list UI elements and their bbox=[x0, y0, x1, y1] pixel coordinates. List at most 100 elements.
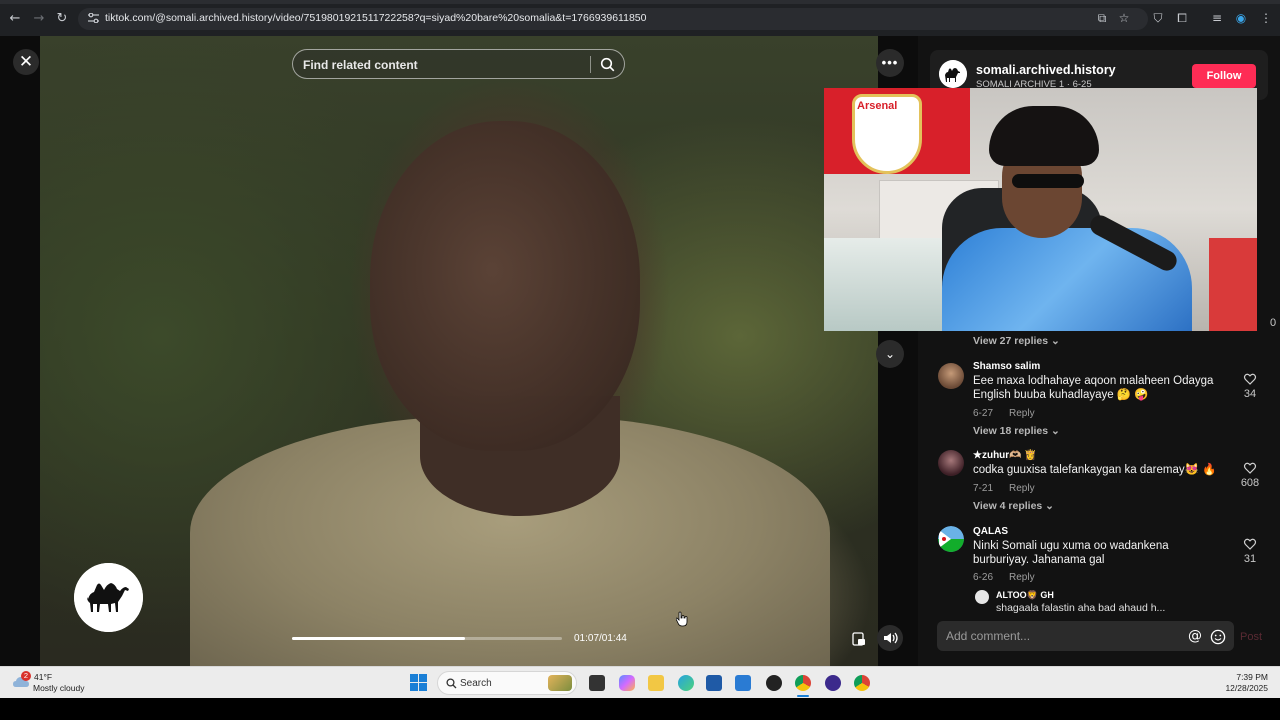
menu-icon[interactable]: ⋮ bbox=[1259, 11, 1273, 25]
view-replies-toggle[interactable]: View 27 replies ⌄ bbox=[973, 335, 1060, 347]
windows-start-icon[interactable] bbox=[410, 674, 427, 691]
profile-icon[interactable]: ◉ bbox=[1234, 11, 1248, 25]
video-subject-head bbox=[370, 121, 640, 451]
reply-button[interactable]: Reply bbox=[1009, 572, 1035, 583]
commenter-avatar[interactable] bbox=[938, 526, 964, 552]
next-video-button[interactable]: ⌄ bbox=[876, 340, 904, 368]
search-icon[interactable] bbox=[600, 57, 615, 72]
comment-meta: 6-27 Reply bbox=[973, 408, 1035, 419]
comment-username[interactable]: ★zuhur🫶🏼 👸 bbox=[973, 450, 1037, 461]
weather-alert-badge: 2 bbox=[21, 671, 31, 681]
tab-strip bbox=[0, 0, 1280, 4]
comment-date: 6-27 bbox=[973, 408, 994, 419]
author-name[interactable]: somali.archived.history bbox=[976, 63, 1116, 77]
bookmark-star-icon[interactable]: ☆ bbox=[1117, 11, 1131, 25]
video-player[interactable]: ✕ Find related content ••• ⌄ 01:07/01:44 bbox=[0, 36, 918, 666]
like-count: 31 bbox=[1243, 553, 1257, 565]
weather-temperature[interactable]: 41°F bbox=[34, 672, 52, 682]
comment-text: codka guuxisa talefankaygan ka daremay😻 … bbox=[973, 464, 1217, 476]
emoji-icon[interactable] bbox=[1210, 629, 1226, 645]
comment-placeholder[interactable]: Add comment... bbox=[946, 629, 1030, 643]
nested-username[interactable]: ALTOO🦁 GH bbox=[996, 590, 1054, 601]
comment-text: Eee maxa lodhahaye aqoon malaheen Odayga… bbox=[973, 375, 1214, 401]
weather-description[interactable]: Mostly cloudy bbox=[33, 683, 85, 693]
outlook-icon[interactable] bbox=[735, 675, 751, 691]
edge-icon[interactable] bbox=[678, 675, 694, 691]
video-frame[interactable] bbox=[40, 36, 878, 666]
taskbar-search[interactable]: Search bbox=[437, 671, 577, 695]
comment-meta: 7-21 Reply bbox=[973, 483, 1035, 494]
chrome-icon[interactable] bbox=[795, 675, 811, 691]
media-controls-icon[interactable]: ≡ bbox=[1210, 11, 1224, 25]
comment-date: 7-21 bbox=[973, 483, 994, 494]
nested-comment-text: shagaala falastin aha bad ahaud h... bbox=[996, 602, 1166, 614]
follow-button[interactable]: Follow bbox=[1192, 64, 1256, 88]
taskbar: 2 41°F Mostly cloudy Search 7:39 PM 12/2… bbox=[0, 666, 1280, 698]
comment-username[interactable]: Shamso salim bbox=[973, 361, 1040, 372]
url-text[interactable]: tiktok.com/@somali.archived.history/vide… bbox=[105, 12, 646, 24]
reply-button[interactable]: Reply bbox=[1009, 483, 1035, 494]
search-divider bbox=[590, 56, 591, 73]
sunglasses bbox=[1012, 174, 1084, 188]
shelf bbox=[1209, 238, 1257, 331]
mouse-cursor-icon bbox=[676, 611, 688, 627]
comment-date: 6-26 bbox=[973, 572, 994, 583]
install-app-icon[interactable]: ⧉ bbox=[1095, 11, 1109, 25]
search-highlight-icon bbox=[548, 675, 572, 691]
active-app-indicator bbox=[797, 695, 809, 697]
speaker-icon bbox=[884, 632, 898, 644]
more-options-button[interactable]: ••• bbox=[876, 49, 904, 77]
heart-icon[interactable] bbox=[1240, 460, 1260, 474]
author-avatar[interactable] bbox=[939, 60, 967, 88]
camel-logo bbox=[74, 563, 143, 632]
like-count: 34 bbox=[1243, 388, 1257, 400]
picture-in-picture-icon[interactable] bbox=[851, 631, 867, 647]
flag-text: Arsenal bbox=[857, 100, 898, 112]
obs-icon[interactable] bbox=[825, 675, 841, 691]
site-info-icon[interactable] bbox=[88, 13, 99, 23]
heart-icon[interactable] bbox=[1240, 371, 1260, 385]
taskbar-search-label[interactable]: Search bbox=[460, 678, 492, 689]
file-explorer-icon[interactable] bbox=[648, 675, 664, 691]
comment-meta: 6-26 Reply bbox=[973, 572, 1035, 583]
heart-icon[interactable] bbox=[1240, 536, 1260, 550]
like-count: 608 bbox=[1240, 477, 1260, 489]
view-replies-label: View 27 replies bbox=[973, 335, 1049, 347]
related-search-bar[interactable]: Find related content bbox=[292, 49, 625, 79]
view-replies-toggle[interactable]: View 18 replies ⌄ bbox=[973, 425, 1060, 437]
copilot-icon[interactable] bbox=[619, 675, 635, 691]
post-button[interactable]: Post bbox=[1240, 631, 1262, 643]
clock-date[interactable]: 12/28/2025 bbox=[1218, 683, 1268, 693]
view-replies-label: View 18 replies bbox=[973, 425, 1049, 437]
forward-icon[interactable]: → bbox=[31, 11, 47, 27]
comment-text: Ninki Somali ugu xuma oo wadankena burbu… bbox=[973, 540, 1169, 566]
webcam-overlay: Arsenal bbox=[824, 88, 1257, 331]
extensions-icon[interactable]: ⧠ bbox=[1175, 11, 1189, 25]
time-display: 01:07/01:44 bbox=[574, 633, 627, 644]
commenter-avatar[interactable] bbox=[938, 450, 964, 476]
chrome-profile-icon[interactable] bbox=[854, 675, 870, 691]
mention-icon[interactable]: @ bbox=[1188, 628, 1202, 644]
media-app-icon[interactable] bbox=[766, 675, 782, 691]
search-input[interactable]: Find related content bbox=[303, 58, 418, 72]
back-icon[interactable]: ← bbox=[7, 11, 23, 27]
commenter-avatar[interactable] bbox=[938, 363, 964, 389]
reply-button[interactable]: Reply bbox=[1009, 408, 1035, 419]
streamer-hair bbox=[989, 106, 1099, 166]
comment-username[interactable]: QALAS bbox=[973, 526, 1008, 537]
nested-commenter-avatar[interactable] bbox=[975, 590, 989, 604]
shield-extension-icon[interactable]: ⛉ bbox=[1151, 11, 1165, 25]
progress-bar[interactable] bbox=[292, 637, 562, 640]
reload-icon[interactable]: ↻ bbox=[54, 11, 70, 27]
volume-button[interactable] bbox=[877, 625, 903, 651]
view-replies-label: View 4 replies bbox=[973, 500, 1043, 512]
browser-chrome: ← → ↻ tiktok.com/@somali.archived.histor… bbox=[0, 0, 1280, 36]
store-icon[interactable] bbox=[706, 675, 722, 691]
close-video-button[interactable]: ✕ bbox=[13, 49, 39, 75]
clock-time[interactable]: 7:39 PM bbox=[1232, 672, 1268, 682]
comments-list: View 27 replies ⌄ Shamso salim Eee maxa … bbox=[918, 326, 1280, 616]
task-view-icon[interactable] bbox=[589, 675, 605, 691]
view-replies-toggle[interactable]: View 4 replies ⌄ bbox=[973, 500, 1054, 512]
progress-fill bbox=[292, 637, 465, 640]
search-icon bbox=[446, 678, 457, 689]
